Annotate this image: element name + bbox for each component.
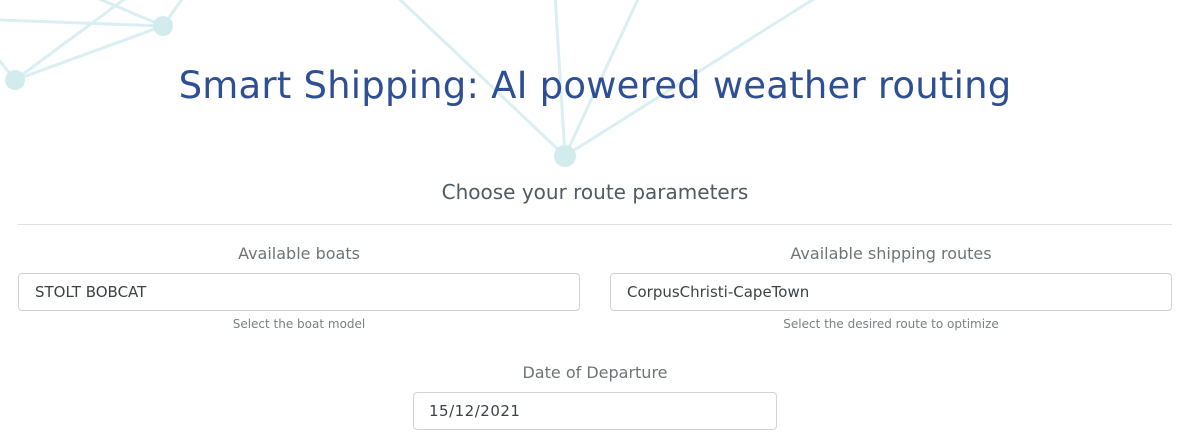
boat-select[interactable]: STOLT BOBCAT: [18, 273, 580, 311]
routes-label: Available shipping routes: [790, 244, 992, 263]
departure-date-label: Date of Departure: [522, 363, 668, 382]
routes-help-text: Select the desired route to optimize: [783, 317, 999, 331]
form-heading: Choose your route parameters: [441, 180, 749, 204]
boats-label: Available boats: [238, 244, 360, 263]
departure-date-input[interactable]: 15/12/2021: [413, 392, 777, 430]
route-select[interactable]: CorpusChristi-CapeTown: [610, 273, 1172, 311]
page-title: Smart Shipping: AI powered weather routi…: [178, 64, 1012, 107]
page: Smart Shipping: AI powered weather routi…: [0, 0, 1190, 446]
divider: [18, 224, 1172, 225]
boats-help-text: Select the boat model: [232, 317, 366, 331]
